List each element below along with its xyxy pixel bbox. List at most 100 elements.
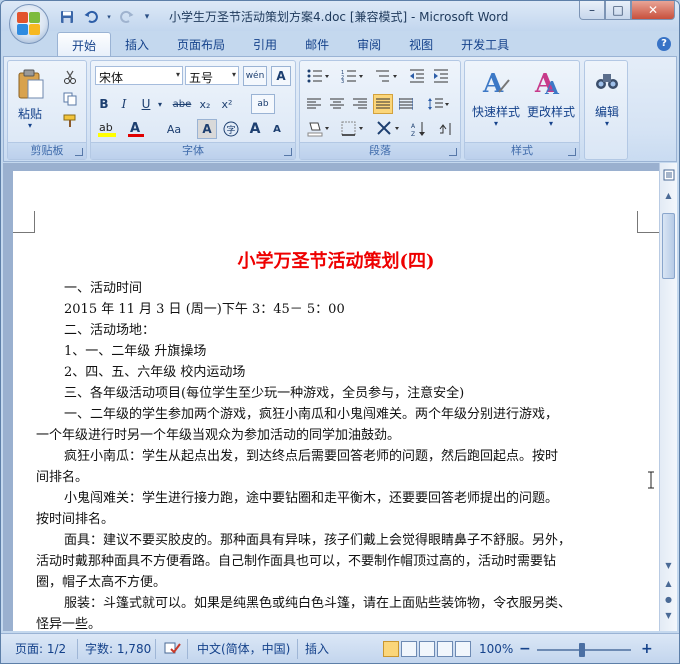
font-launcher-icon[interactable] <box>284 148 292 156</box>
tab-insert[interactable]: 插入 <box>111 32 163 56</box>
redo-icon[interactable] <box>117 8 137 26</box>
scroll-thumb[interactable] <box>662 213 675 279</box>
font-color-icon[interactable]: A <box>125 119 147 139</box>
editing-label[interactable]: 编辑 <box>585 103 629 120</box>
enclose-char-icon[interactable]: 字 <box>221 119 241 139</box>
doc-line: 疯狂小南瓜：学生从起点出发，到达终点后需要回答老师的问题，然后跑回起点。按时 <box>64 449 559 464</box>
browse-object-icon[interactable]: ● <box>661 591 676 607</box>
distribute-icon[interactable] <box>396 94 416 114</box>
web-layout-icon[interactable] <box>419 641 435 657</box>
full-screen-reading-icon[interactable] <box>401 641 417 657</box>
undo-icon[interactable] <box>81 8 101 26</box>
clear-format-icon[interactable]: wén <box>243 66 267 86</box>
quick-styles-icon[interactable]: A <box>477 64 513 100</box>
language-status[interactable]: 中文(简体，中国) <box>197 640 290 658</box>
chinese-layout-icon[interactable] <box>374 119 404 139</box>
font-size-box[interactable]: 五号 ▾ <box>185 66 239 85</box>
tab-review[interactable]: 审阅 <box>343 32 395 56</box>
chevron-down-icon[interactable]: ▾ <box>155 94 165 114</box>
highlight-icon[interactable]: ab <box>95 119 121 139</box>
bullets-icon[interactable] <box>304 66 334 86</box>
text-effect-icon[interactable]: ab <box>251 94 275 114</box>
tab-page-layout[interactable]: 页面布局 <box>163 32 239 56</box>
zoom-out-button[interactable]: − <box>519 640 531 658</box>
paste-icon[interactable] <box>14 67 48 101</box>
paste-label[interactable]: 粘贴 <box>12 105 48 122</box>
tab-references[interactable]: 引用 <box>239 32 291 56</box>
tab-view[interactable]: 视图 <box>395 32 447 56</box>
quick-styles-label[interactable]: 快速样式 <box>467 103 525 120</box>
change-styles-label[interactable]: 更改样式 <box>523 103 579 120</box>
page-count[interactable]: 页面: 1/2 <box>15 640 66 658</box>
document-page[interactable]: 小学万圣节活动策划(四) 一、活动时间 2015 年 11 月 3 日 (周一)… <box>13 171 659 631</box>
draft-view-icon[interactable] <box>455 641 471 657</box>
paste-dropdown-icon[interactable]: ▾ <box>12 121 48 130</box>
shading-icon[interactable] <box>304 119 334 139</box>
underline-button[interactable]: U <box>137 94 155 114</box>
align-center-icon[interactable] <box>327 94 347 114</box>
next-page-icon[interactable]: ▼ <box>661 607 676 623</box>
change-case-button[interactable]: Aa <box>163 119 185 139</box>
clipboard-launcher-icon[interactable] <box>75 148 83 156</box>
change-styles-icon[interactable]: AA <box>531 64 567 100</box>
vertical-scrollbar[interactable]: ▲ ▼ ▲ ● ▼ <box>659 163 677 631</box>
office-button[interactable] <box>9 4 49 44</box>
superscript-button[interactable]: x² <box>217 94 237 114</box>
align-left-icon[interactable] <box>304 94 324 114</box>
document-title: 小学万圣节活动策划(四) <box>237 251 435 272</box>
clipboard-group: 粘贴 ▾ 剪贴板 <box>7 60 87 160</box>
close-button[interactable]: ✕ <box>631 1 675 20</box>
char-shading-icon[interactable]: A <box>197 119 217 139</box>
decrease-indent-icon[interactable] <box>406 66 428 86</box>
title-bar: ▾ ▾ 小学生万圣节活动策划方案4.doc [兼容模式] - Microsoft… <box>1 1 679 31</box>
minimize-button[interactable]: – <box>579 1 605 20</box>
chevron-down-icon[interactable]: ▾ <box>585 119 629 128</box>
find-binoculars-icon[interactable] <box>593 67 621 95</box>
show-marks-icon[interactable] <box>434 119 456 139</box>
chevron-down-icon[interactable]: ▾ <box>523 119 579 128</box>
bold-button[interactable]: B <box>95 94 113 114</box>
format-painter-icon[interactable] <box>60 111 80 131</box>
previous-page-icon[interactable]: ▲ <box>661 575 676 591</box>
justify-icon[interactable] <box>373 94 393 114</box>
chevron-down-icon[interactable]: ▾ <box>467 119 525 128</box>
font-name-box[interactable]: 宋体 ▾ <box>95 66 183 85</box>
maximize-button[interactable]: □ <box>605 1 631 20</box>
tab-developer[interactable]: 开发工具 <box>447 32 523 56</box>
line-spacing-icon[interactable] <box>424 94 454 114</box>
cut-icon[interactable] <box>60 67 80 87</box>
styles-launcher-icon[interactable] <box>568 148 576 156</box>
align-right-icon[interactable] <box>350 94 370 114</box>
ruler-toggle-icon[interactable] <box>661 167 676 183</box>
char-border-icon[interactable]: A <box>271 66 291 86</box>
zoom-level[interactable]: 100% <box>479 640 513 658</box>
print-layout-icon[interactable] <box>383 641 399 657</box>
numbering-icon[interactable]: 123 <box>338 66 368 86</box>
doc-line: 服装：斗篷式就可以。如果是纯黑色或纯白色斗篷，请在上面贴些装饰物，令衣服另类、 <box>64 596 572 611</box>
insert-mode[interactable]: 插入 <box>305 640 329 658</box>
scroll-down-icon[interactable]: ▼ <box>661 557 676 573</box>
strikethrough-button[interactable]: abe <box>171 94 193 114</box>
borders-icon[interactable] <box>338 119 368 139</box>
zoom-in-button[interactable]: + <box>641 640 653 658</box>
multilevel-list-icon[interactable] <box>372 66 402 86</box>
zoom-slider-thumb[interactable] <box>579 643 585 657</box>
help-icon[interactable]: ? <box>657 37 671 51</box>
chevron-down-icon[interactable]: ▾ <box>105 8 113 26</box>
sort-icon[interactable]: AZ <box>408 119 430 139</box>
shrink-font-button[interactable]: A <box>267 119 287 139</box>
proofing-icon[interactable] <box>163 640 181 658</box>
subscript-button[interactable]: x₂ <box>195 94 215 114</box>
increase-indent-icon[interactable] <box>430 66 452 86</box>
outline-view-icon[interactable] <box>437 641 453 657</box>
scroll-up-icon[interactable]: ▲ <box>661 187 676 203</box>
tab-mailings[interactable]: 邮件 <box>291 32 343 56</box>
paragraph-launcher-icon[interactable] <box>449 148 457 156</box>
italic-button[interactable]: I <box>115 94 133 114</box>
save-icon[interactable] <box>57 8 77 26</box>
copy-icon[interactable] <box>60 89 80 109</box>
tab-home[interactable]: 开始 <box>57 32 112 56</box>
grow-font-button[interactable]: A <box>245 119 265 139</box>
customize-qat-button[interactable]: ▾ <box>141 8 153 26</box>
word-count[interactable]: 字数: 1,780 <box>85 640 151 658</box>
